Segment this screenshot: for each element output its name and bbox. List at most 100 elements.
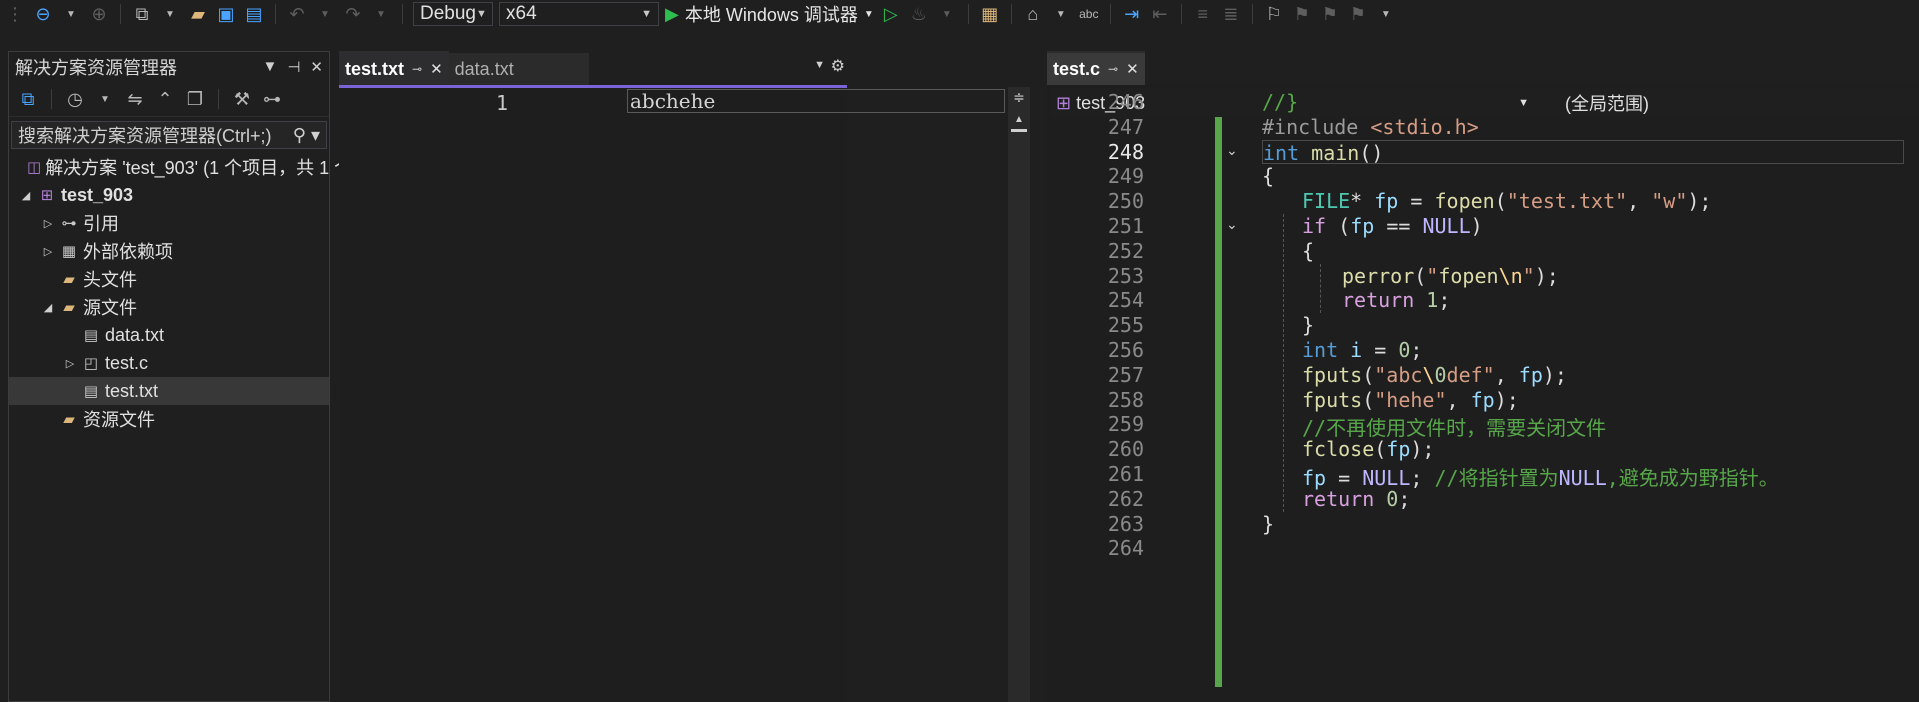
code-line[interactable]: //}	[1262, 90, 1298, 114]
tree-item[interactable]: ▰ 资源文件	[9, 405, 329, 433]
expand-icon[interactable]: ▷	[41, 245, 55, 258]
indent-icon[interactable]: ⇥	[1121, 4, 1143, 25]
dropdown-icon[interactable]: ▼	[159, 9, 181, 20]
close-icon[interactable]: ✕	[310, 58, 323, 76]
pin-icon[interactable]: ⊸	[412, 62, 422, 76]
code-line[interactable]: {	[1302, 239, 1314, 263]
dropdown-icon[interactable]: ▼	[1050, 9, 1072, 20]
code-line[interactable]: if (fp == NULL)	[1302, 214, 1483, 238]
start-debugging-button[interactable]: ▶ 本地 Windows 调试器 ▼	[665, 1, 874, 27]
code-line[interactable]: fputs("abc\0def", fp);	[1302, 363, 1567, 387]
gear-icon[interactable]: ⚙	[831, 56, 845, 76]
overflow-icon[interactable]: ▼	[1375, 9, 1397, 20]
configuration-value: Debug	[420, 3, 476, 24]
tree-project-row[interactable]: ◢ ⊞ test_903	[9, 181, 329, 209]
switch-view-icon[interactable]: ⧉	[17, 89, 39, 110]
redo-icon[interactable]: ↷	[342, 4, 364, 25]
pin-icon[interactable]: ⊣	[287, 58, 300, 76]
text-line-1[interactable]: abchehe	[627, 89, 1005, 113]
pin-icon[interactable]: ⊸	[1108, 62, 1118, 76]
start-without-debugging-icon[interactable]: ▷	[880, 4, 902, 25]
tab-data-txt[interactable]: data.txt	[448, 53, 589, 85]
new-project-icon[interactable]: ⧉	[131, 4, 153, 25]
dropdown-icon[interactable]: ▼	[370, 9, 392, 20]
pending-changes-icon[interactable]: ◷	[64, 89, 86, 110]
clear-bookmarks-icon[interactable]: ⚑	[1347, 4, 1369, 25]
tree-solution-row[interactable]: ◫ 解决方案 'test_903' (1 个项目，共 1 个)	[9, 153, 358, 181]
tree-item[interactable]: ▤ data.txt	[9, 321, 329, 349]
code-line[interactable]: #include <stdio.h>	[1262, 115, 1479, 139]
scope-dropdown[interactable]: (全局范围)	[1535, 90, 1649, 116]
text-file-icon: ▤	[83, 327, 99, 344]
separator	[1010, 4, 1012, 24]
tab-test-c[interactable]: test.c ⊸ ✕	[1047, 51, 1145, 85]
configuration-select[interactable]: Debug ▼	[413, 2, 493, 26]
properties-icon[interactable]: ⚒	[231, 89, 253, 110]
collapse-all-icon[interactable]: ⌃	[154, 89, 176, 110]
dropdown-icon[interactable]: ▼	[60, 9, 82, 20]
code-line[interactable]: fputs("hehe", fp);	[1302, 388, 1519, 412]
platform-select[interactable]: x64 ▼	[499, 2, 659, 26]
hot-reload-icon[interactable]: ♨	[908, 4, 930, 25]
code-line[interactable]: int i = 0;	[1302, 338, 1422, 362]
fold-toggle-icon[interactable]: ⌄	[1226, 216, 1238, 233]
expand-icon[interactable]: ▷	[41, 217, 55, 230]
tab-test-txt[interactable]: test.txt ⊸ ✕	[339, 51, 449, 85]
preview-icon[interactable]: ⊶	[261, 89, 283, 110]
code-line[interactable]: perror("fopen\n");	[1342, 264, 1559, 288]
code-line[interactable]: FILE* fp = fopen("test.txt", "w");	[1302, 189, 1711, 213]
close-icon[interactable]: ✕	[1126, 60, 1139, 78]
window-layout-icon[interactable]: ⌂	[1022, 4, 1044, 25]
tree-item[interactable]: ◢ ▰ 源文件	[9, 293, 329, 321]
save-all-icon[interactable]: ▤	[243, 4, 265, 25]
spell-check-icon[interactable]: abc	[1078, 7, 1100, 21]
next-bookmark-icon[interactable]: ⚑	[1319, 4, 1341, 25]
dropdown-icon[interactable]: ▼	[314, 9, 336, 20]
tree-item[interactable]: ▷ ▦ 外部依赖项	[9, 237, 329, 265]
outdent-icon[interactable]: ⇤	[1149, 4, 1171, 25]
dropdown-icon[interactable]: ▼	[936, 9, 958, 20]
tree-item[interactable]: ▷ ⊶ 引用	[9, 209, 329, 237]
solution-search-input[interactable]: 搜索解决方案资源管理器(Ctrl+;) ⚲ ▾	[11, 121, 327, 149]
tree-item[interactable]: ▰ 头文件	[9, 265, 329, 293]
show-all-files-icon[interactable]: ❐	[184, 89, 206, 110]
search-icon[interactable]: ⚲ ▾	[293, 125, 320, 146]
tree-item[interactable]: ▷ ◰ test.c	[9, 349, 329, 377]
uncomment-icon[interactable]: ≣	[1220, 4, 1242, 25]
comment-icon[interactable]: ≡	[1192, 4, 1214, 25]
browse-folder-icon[interactable]: ▦	[979, 4, 1001, 25]
code-line[interactable]: }	[1302, 313, 1314, 337]
expand-icon[interactable]: ◢	[19, 189, 33, 202]
tree-item[interactable]: ▤ test.txt	[9, 377, 329, 405]
save-icon[interactable]: ▣	[215, 4, 237, 25]
split-icon[interactable]: ≑	[1008, 89, 1030, 106]
window-menu-icon[interactable]: ▼	[262, 58, 277, 76]
code-line[interactable]: }	[1262, 512, 1274, 536]
close-icon[interactable]: ✕	[430, 60, 443, 78]
fold-toggle-icon[interactable]: ⌄	[1226, 142, 1238, 159]
bookmark-icon[interactable]: ⚐	[1263, 4, 1285, 25]
code-text: }	[1302, 313, 1315, 338]
expand-icon[interactable]: ◢	[41, 301, 55, 314]
tree-item-label: 外部依赖项	[83, 242, 173, 262]
code-line[interactable]: return 0;	[1302, 487, 1410, 511]
forward-icon[interactable]: ⊕	[88, 4, 110, 25]
open-folder-icon[interactable]: ▰	[187, 4, 209, 25]
filter-folder-icon: ▰	[63, 299, 75, 316]
code-line[interactable]: int main()	[1262, 139, 1904, 165]
scroll-thumb[interactable]	[1011, 129, 1027, 132]
expand-icon[interactable]: ▷	[63, 357, 77, 370]
dropdown-icon[interactable]: ▼	[94, 94, 116, 105]
code-line[interactable]: {	[1262, 164, 1274, 188]
editor-tab-strip: test.c ⊸ ✕	[1047, 51, 1919, 85]
vertical-scrollbar[interactable]: ≑ ▲	[1008, 87, 1030, 702]
prev-bookmark-icon[interactable]: ⚑	[1291, 4, 1313, 25]
tab-list-icon[interactable]: ▼	[814, 59, 825, 71]
code-line[interactable]: fclose(fp);	[1302, 437, 1434, 461]
undo-icon[interactable]: ↶	[286, 4, 308, 25]
scroll-up-icon[interactable]: ▲	[1008, 114, 1030, 125]
chevron-down-icon: ▼	[863, 8, 874, 20]
code-line[interactable]: return 1;	[1342, 288, 1450, 312]
back-icon[interactable]: ⊖	[32, 4, 54, 25]
sync-icon[interactable]: ⇋	[124, 89, 146, 110]
